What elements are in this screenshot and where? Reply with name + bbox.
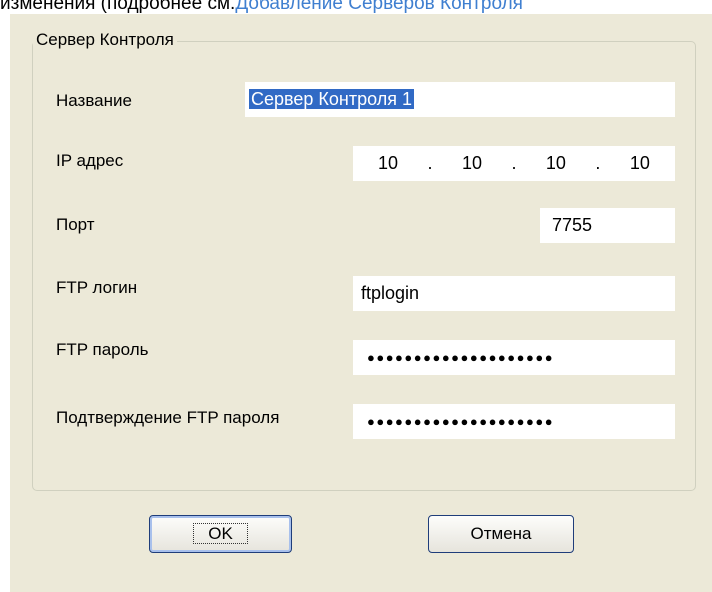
- document-text-line: изменения (подробнее см.Добавление Серве…: [0, 0, 712, 15]
- port-label: Порт: [56, 215, 95, 234]
- ftp-password-confirm-label: Подтверждение FTP пароля: [56, 408, 280, 427]
- name-label: Название: [56, 91, 132, 110]
- ip-octet-4[interactable]: 10: [630, 146, 650, 181]
- name-input[interactable]: Сервер Контроля 1: [245, 82, 675, 117]
- ip-octet-2[interactable]: 10: [462, 146, 482, 181]
- name-input-value: Сервер Контроля 1: [249, 89, 414, 109]
- groupbox-title: Сервер Контроля: [33, 30, 177, 50]
- ip-address-input[interactable]: 10 . 10 . 10 . 10: [353, 146, 675, 181]
- ftp-login-label: FTP логин: [56, 278, 138, 297]
- ftp-password-confirm-input[interactable]: ●●●●●●●●●●●●●●●●●●●●: [353, 404, 675, 439]
- document-link[interactable]: Добавление Серверов Контроля: [235, 0, 523, 14]
- ip-separator: .: [511, 153, 517, 173]
- ip-octet-1[interactable]: 10: [378, 146, 398, 181]
- ok-button[interactable]: OK: [149, 515, 292, 553]
- ip-separator: .: [595, 153, 601, 173]
- ip-octet-3[interactable]: 10: [546, 146, 566, 181]
- ftp-password-label: FTP пароль: [56, 340, 149, 359]
- ip-separator: .: [427, 153, 433, 173]
- port-input[interactable]: 7755: [540, 208, 675, 243]
- ip-label: IP адрес: [56, 151, 124, 170]
- cancel-button[interactable]: Отмена: [428, 515, 574, 553]
- ftp-login-input[interactable]: ftplogin: [353, 276, 675, 311]
- document-text: изменения (подробнее см.: [0, 0, 236, 14]
- server-settings-dialog: Сервер Контроля Название Сервер Контроля…: [10, 14, 712, 592]
- ftp-password-input[interactable]: ●●●●●●●●●●●●●●●●●●●●: [353, 340, 675, 375]
- ok-button-label: OK: [193, 523, 248, 544]
